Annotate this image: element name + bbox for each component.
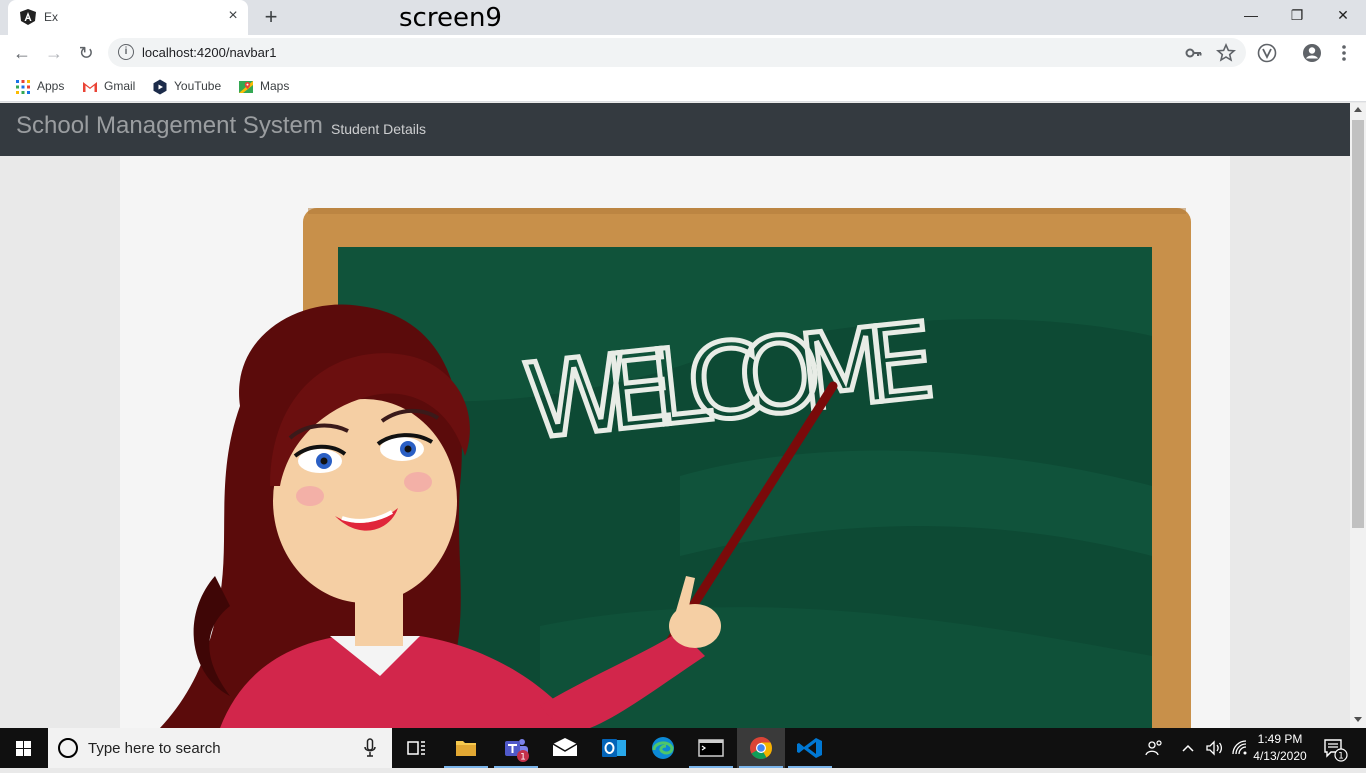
bookmark-maps[interactable]: Maps xyxy=(238,76,289,96)
star-icon[interactable] xyxy=(1216,43,1236,63)
volume-icon[interactable] xyxy=(1204,738,1224,758)
cortana-icon xyxy=(58,738,78,758)
welcome-teacher-illustration: WELCOME xyxy=(160,208,1191,728)
windows-taskbar: Type here to search 1 1:49 PM 4/13/2020 … xyxy=(0,728,1366,768)
bookmark-gmail[interactable]: Gmail xyxy=(82,76,135,96)
bookmark-label: Maps xyxy=(260,79,290,93)
clock-date: 4/13/2020 xyxy=(1253,749,1307,763)
web-page: School Management System Student Details… xyxy=(0,103,1350,728)
microphone-icon[interactable] xyxy=(364,738,376,758)
gmail-icon xyxy=(83,81,97,92)
tab-strip: Ex × + screen9 — ❐ ✕ xyxy=(0,0,1366,35)
browser-toolbar: ← → ↻ i localhost:4200/navbar1 xyxy=(0,35,1366,97)
browser-tab[interactable]: Ex × xyxy=(8,0,248,35)
navbar-brand[interactable]: School Management System xyxy=(16,112,323,140)
back-button[interactable]: ← xyxy=(10,41,34,65)
notification-center-icon[interactable]: 1 xyxy=(1322,736,1348,762)
terminal-icon[interactable] xyxy=(687,728,735,768)
maps-icon xyxy=(239,80,253,93)
people-icon[interactable] xyxy=(1144,738,1164,758)
nav-link-student-details[interactable]: Student Details xyxy=(331,121,426,137)
scroll-down-arrow-icon[interactable] xyxy=(1354,717,1362,722)
tab-title: Ex xyxy=(44,10,59,24)
close-window-button[interactable]: ✕ xyxy=(1320,0,1366,30)
reload-button[interactable]: ↻ xyxy=(74,41,98,65)
site-info-icon[interactable]: i xyxy=(118,44,134,60)
menu-kebab-icon[interactable] xyxy=(1333,42,1355,64)
outlook-icon[interactable] xyxy=(590,728,638,768)
angular-icon xyxy=(20,9,36,25)
bookmark-label: Apps xyxy=(37,79,65,93)
bookmark-apps[interactable]: Apps xyxy=(15,76,64,96)
bookmark-youtube[interactable]: YouTube xyxy=(152,76,221,96)
notification-badge: 1 xyxy=(1338,752,1344,762)
extension-v-icon[interactable] xyxy=(1256,42,1278,64)
key-icon[interactable] xyxy=(1184,43,1204,63)
bookmarks-bar: Apps Gmail YouTube Maps xyxy=(0,70,1366,102)
bookmark-label: YouTube xyxy=(174,79,222,93)
mail-icon[interactable] xyxy=(541,728,589,768)
tab-close-icon[interactable]: × xyxy=(224,7,242,25)
apps-grid-icon xyxy=(16,79,30,94)
bookmark-label: Gmail xyxy=(104,79,136,93)
address-bar[interactable]: i localhost:4200/navbar1 xyxy=(108,38,1246,67)
chrome-taskbar-button[interactable] xyxy=(737,728,785,768)
scroll-up-arrow-icon[interactable] xyxy=(1354,107,1362,112)
new-tab-button[interactable]: + xyxy=(260,6,282,28)
search-placeholder[interactable]: Type here to search xyxy=(88,740,221,757)
profile-icon[interactable] xyxy=(1301,42,1323,64)
taskbar-search[interactable]: Type here to search xyxy=(48,728,392,768)
page-scrollbar[interactable] xyxy=(1350,103,1366,728)
main-content: WELCOME xyxy=(120,156,1230,728)
system-clock[interactable]: 1:49 PM 4/13/2020 xyxy=(1244,731,1316,765)
chevron-up-icon[interactable] xyxy=(1180,740,1196,756)
forward-button[interactable]: → xyxy=(42,41,66,65)
youtube-icon xyxy=(153,79,167,95)
file-explorer-icon[interactable] xyxy=(442,728,490,768)
overlay-caption: screen9 xyxy=(399,3,502,33)
restore-button[interactable]: ❐ xyxy=(1274,0,1320,30)
clock-time: 1:49 PM xyxy=(1257,732,1303,746)
vscode-icon[interactable] xyxy=(786,728,834,768)
edge-icon[interactable] xyxy=(639,728,687,768)
minimize-button[interactable]: — xyxy=(1228,0,1274,30)
start-button[interactable] xyxy=(0,728,48,768)
teams-icon[interactable]: 1 xyxy=(492,728,540,768)
teams-badge: 1 xyxy=(520,753,526,763)
scrollbar-thumb[interactable] xyxy=(1352,120,1364,528)
chrome-icon xyxy=(750,737,772,759)
task-view-icon[interactable] xyxy=(392,728,440,768)
site-navbar: School Management System Student Details xyxy=(0,103,1350,156)
url-text[interactable]: localhost:4200/navbar1 xyxy=(142,45,276,60)
